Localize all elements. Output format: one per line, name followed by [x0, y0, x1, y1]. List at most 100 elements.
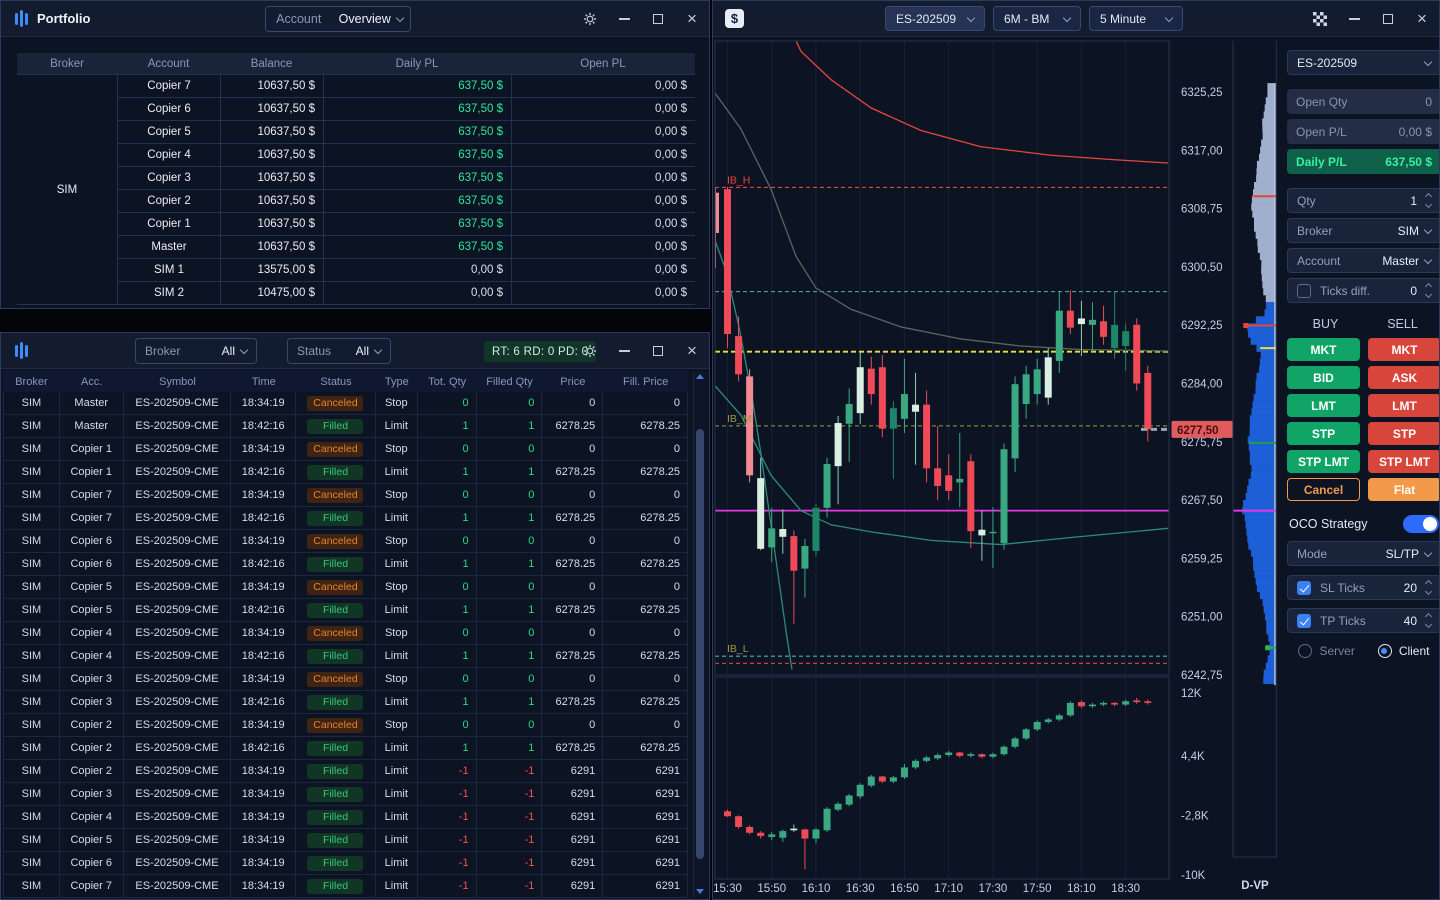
price-chart[interactable]: IB_HIB_MIB_L6325,256317,006308,756300,50… [713, 1, 1277, 900]
qty-stepper[interactable]: Qty1 [1287, 188, 1440, 213]
order-row[interactable]: SIMCopier 7ES-202509-CME18:34:19FilledLi… [3, 875, 688, 898]
panel-symbol-select[interactable]: ES-202509 [1287, 50, 1440, 75]
maximize-button[interactable] [1381, 12, 1395, 26]
buy-mkt-button[interactable]: MKT [1287, 338, 1360, 361]
order-row[interactable]: SIMCopier 3ES-202509-CME18:34:19FilledLi… [3, 783, 688, 806]
column-header[interactable]: Symbol [124, 376, 232, 388]
orders-titlebar[interactable]: Broker All Status All RT: 6 RD: 0 PD: 0 … [1, 333, 709, 369]
column-header[interactable]: Fill. Price [603, 376, 688, 388]
svg-text:6292,25: 6292,25 [1181, 320, 1223, 332]
column-header[interactable]: Daily PL [323, 58, 511, 70]
broker-filter-select[interactable]: Broker All [135, 338, 257, 364]
order-row[interactable]: SIMCopier 3ES-202509-CME18:34:19Canceled… [3, 668, 688, 691]
mode-select[interactable]: ModeSL/TP [1287, 541, 1440, 566]
candle [890, 408, 897, 428]
order-row[interactable]: SIMCopier 2ES-202509-CME18:42:16FilledLi… [3, 737, 688, 760]
column-header[interactable]: Status [296, 376, 376, 388]
order-row[interactable]: SIMCopier 5ES-202509-CME18:34:19Canceled… [3, 576, 688, 599]
order-row[interactable]: SIMCopier 5ES-202509-CME18:34:19FilledLi… [3, 829, 688, 852]
order-row[interactable]: SIMCopier 3ES-202509-CME18:42:16FilledLi… [3, 691, 688, 714]
portfolio-view-switch[interactable]: Account Overview [265, 6, 411, 32]
buy-lmt-button[interactable]: LMT [1287, 394, 1360, 417]
table-cell: Copier 3 [60, 783, 124, 805]
order-row[interactable]: SIMCopier 1ES-202509-CME18:34:19Canceled… [3, 438, 688, 461]
order-row[interactable]: SIMCopier 4ES-202509-CME18:34:19Canceled… [3, 622, 688, 645]
close-button[interactable]: × [685, 12, 699, 26]
server-radio[interactable]: Server [1298, 644, 1354, 658]
maximize-button[interactable] [651, 12, 665, 26]
buy-stp-lmt-button[interactable]: STP LMT [1287, 450, 1360, 473]
sell-stp-lmt-button[interactable]: STP LMT [1368, 450, 1440, 473]
sell-mkt-button[interactable]: MKT [1368, 338, 1440, 361]
close-button[interactable]: × [1415, 12, 1429, 26]
broker-select[interactable]: BrokerSIM [1287, 218, 1440, 243]
order-row[interactable]: SIMCopier 6ES-202509-CME18:42:16FilledLi… [3, 553, 688, 576]
period-select[interactable]: 6M - BM [993, 6, 1081, 31]
column-header[interactable]: Price [542, 376, 603, 388]
column-header[interactable]: Tot. Qty [418, 376, 477, 388]
column-header[interactable]: Broker [17, 58, 117, 70]
tp-ticks-checkbox[interactable] [1297, 614, 1311, 628]
sell-lmt-button[interactable]: LMT [1368, 394, 1440, 417]
order-row[interactable]: SIMCopier 2ES-202509-CME18:34:19Canceled… [3, 714, 688, 737]
order-row[interactable]: SIMCopier 2ES-202509-CME18:34:19FilledLi… [3, 760, 688, 783]
ticks-diff-checkbox[interactable] [1297, 284, 1311, 298]
stepper-icon[interactable] [1426, 194, 1431, 207]
scroll-down-icon[interactable] [696, 889, 704, 894]
order-row[interactable]: SIMCopier 6ES-202509-CME18:34:19FilledLi… [3, 852, 688, 875]
portfolio-titlebar[interactable]: Portfolio Account Overview × [1, 1, 709, 37]
sell-stp-button[interactable]: STP [1368, 422, 1440, 445]
scrollbar-thumb[interactable] [696, 429, 704, 859]
buy-stp-button[interactable]: STP [1287, 422, 1360, 445]
scroll-up-icon[interactable] [696, 374, 704, 379]
chart-titlebar[interactable]: $ ES-202509 6M - BM 5 Minute × [713, 1, 1439, 37]
tp-ticks-row[interactable]: TP Ticks40 [1287, 608, 1440, 633]
buy-bid-button[interactable]: BID [1287, 366, 1360, 389]
column-header[interactable]: Balance [220, 58, 323, 70]
stepper-icon[interactable] [1426, 581, 1431, 594]
order-row[interactable]: SIMMasterES-202509-CME18:42:16FilledLimi… [3, 415, 688, 438]
sl-ticks-checkbox[interactable] [1297, 581, 1311, 595]
column-header[interactable]: Type [376, 376, 418, 388]
column-header[interactable]: Filled Qty [477, 376, 543, 388]
minimize-button[interactable] [617, 12, 631, 26]
sell-ask-button[interactable]: ASK [1368, 366, 1440, 389]
oco-toggle[interactable] [1403, 515, 1439, 533]
symbol-select[interactable]: ES-202509 [885, 6, 985, 31]
flat-button[interactable]: Flat [1368, 478, 1440, 501]
tab-overview[interactable]: Overview [331, 12, 410, 26]
order-row[interactable]: SIMCopier 4ES-202509-CME18:42:16FilledLi… [3, 645, 688, 668]
order-row[interactable]: SIMCopier 1ES-202509-CME18:42:16FilledLi… [3, 461, 688, 484]
column-header[interactable]: Broker [3, 376, 60, 388]
stepper-icon[interactable] [1426, 614, 1431, 627]
order-row[interactable]: SIMCopier 6ES-202509-CME18:34:19Canceled… [3, 530, 688, 553]
settings-gear-icon[interactable] [583, 344, 597, 358]
order-row[interactable]: SIMCopier 7ES-202509-CME18:42:16FilledLi… [3, 507, 688, 530]
account-select[interactable]: AccountMaster [1287, 248, 1440, 273]
table-cell: Filled [296, 461, 376, 483]
order-row[interactable]: SIMCopier 7ES-202509-CME18:34:19Canceled… [3, 484, 688, 507]
column-header[interactable]: Time [231, 376, 296, 388]
column-header[interactable]: Acc. [60, 376, 124, 388]
orders-scrollbar[interactable] [693, 371, 706, 897]
column-header[interactable]: Open PL [511, 58, 695, 70]
maximize-button[interactable] [651, 344, 665, 358]
column-header[interactable]: Account [117, 58, 220, 70]
minimize-button[interactable] [617, 344, 631, 358]
stepper-icon[interactable] [1426, 284, 1431, 297]
close-button[interactable]: × [685, 344, 699, 358]
sl-ticks-row[interactable]: SL Ticks20 [1287, 575, 1440, 600]
client-radio[interactable]: Client [1378, 644, 1430, 658]
timeframe-select[interactable]: 5 Minute [1089, 6, 1183, 31]
order-row[interactable]: SIMCopier 5ES-202509-CME18:42:16FilledLi… [3, 599, 688, 622]
pattern-icon[interactable] [1313, 12, 1327, 26]
cancel-button[interactable]: Cancel [1287, 478, 1360, 501]
ticks-diff-row[interactable]: Ticks diff.0 [1287, 278, 1440, 303]
tab-account[interactable]: Account [266, 12, 331, 26]
order-row[interactable]: SIMCopier 4ES-202509-CME18:34:19FilledLi… [3, 806, 688, 829]
settings-gear-icon[interactable] [583, 12, 597, 26]
delta-candle [934, 755, 941, 758]
status-filter-select[interactable]: Status All [287, 338, 391, 364]
minimize-button[interactable] [1347, 12, 1361, 26]
order-row[interactable]: SIMMasterES-202509-CME18:34:19CanceledSt… [3, 392, 688, 415]
